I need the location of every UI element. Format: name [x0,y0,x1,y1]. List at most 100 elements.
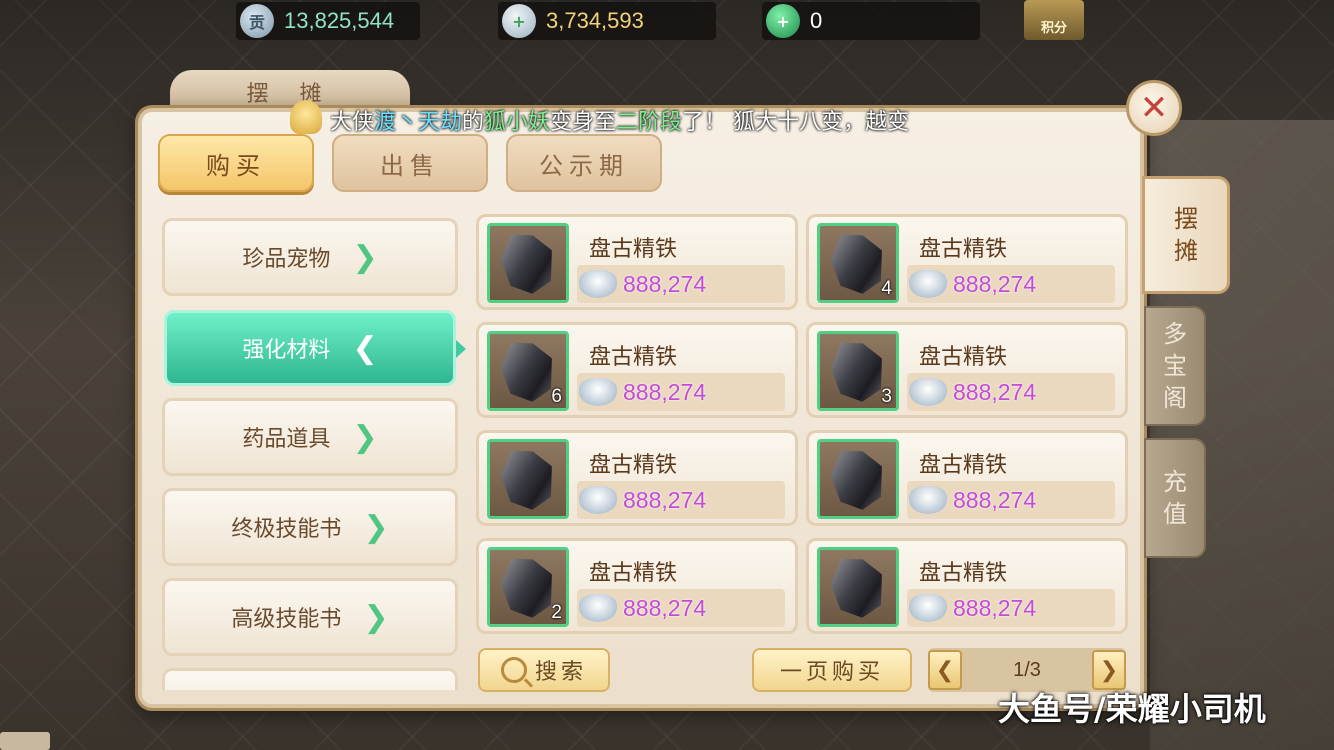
announce-prefix: 大侠 [330,110,375,134]
pangu-iron-icon [817,547,899,627]
item-price: 888,274 [623,486,707,513]
points-button[interactable]: 积分 [1024,0,1084,40]
category-advanced-skill-books[interactable]: 高级技能书 ❯ [162,578,458,656]
search-button[interactable]: 搜索 [478,648,610,692]
item-card[interactable]: 盘古精铁 888,274 [806,430,1128,526]
price-bar: 888,274 [907,589,1115,627]
watermark: 大鱼号/荣耀小司机 [998,690,1266,728]
announce-player: 渡丶天劫 [374,110,463,134]
category-label: 珍品宠物 [242,247,331,272]
price-bar: 888,274 [907,373,1115,411]
ore-icon [826,443,890,514]
side-tab-recharge-char: 值 [1163,500,1187,528]
category-medicine-props[interactable]: 药品道具 ❯ [162,398,458,476]
tab-public-period[interactable]: 公示期 [506,134,662,192]
chevron-left-icon: ❮ [352,330,378,366]
bell-icon [290,100,322,134]
item-card[interactable]: 盘古精铁 888,274 [806,538,1128,634]
ore-icon [826,551,890,622]
jade-currency[interactable]: + 0 [762,2,980,40]
jade-coin-icon[interactable]: + [766,4,800,38]
item-name: 盘古精铁 [589,345,678,370]
category-label: 终极技能书 [231,517,342,542]
silver-ingot-icon [909,378,947,406]
chevron-right-icon: ❯ [363,599,389,635]
item-name: 盘古精铁 [919,453,1008,478]
pangu-iron-icon: 4 [817,223,899,303]
category-enhance-materials[interactable]: 强化材料 ❮ [164,310,456,386]
pangu-iron-icon: 3 [817,331,899,411]
prev-page-button[interactable]: ❮ [928,650,962,690]
category-label: 强化材料 [242,338,331,363]
item-name: 盘古精铁 [919,237,1008,262]
chevron-right-icon: ❯ [363,509,389,545]
side-tab-recharge[interactable]: 充 值 [1144,438,1206,558]
contribution-coin-icon: 贡 [240,4,274,38]
price-bar: 888,274 [577,265,785,303]
item-card[interactable]: 2 盘古精铁 888,274 [476,538,798,634]
item-name: 盘古精铁 [919,561,1008,586]
category-more[interactable] [162,668,458,690]
category-label: 药品道具 [242,427,331,452]
item-count: 2 [551,602,562,623]
silver-ingot-icon [579,270,617,298]
tab-sell[interactable]: 出售 [332,134,488,192]
price-bar: 888,274 [907,481,1115,519]
pangu-iron-icon [487,439,569,519]
item-price: 888,274 [623,594,707,621]
item-name: 盘古精铁 [589,561,678,586]
category-list[interactable]: 珍品宠物 ❯ 强化材料 ❮ 药品道具 ❯ 终极技能书 ❯ 高级技能书 ❯ [160,214,462,690]
contribution-value: 13,825,544 [284,8,395,33]
item-card[interactable]: 盘古精铁 888,274 [476,214,798,310]
chevron-right-icon: ❯ [352,239,378,275]
silver-ingot-icon[interactable]: + [502,4,536,38]
silver-currency[interactable]: + 3,734,593 [498,2,716,40]
pangu-iron-icon: 2 [487,547,569,627]
category-ultimate-skill-books[interactable]: 终极技能书 ❯ [162,488,458,566]
search-icon [500,657,527,683]
item-price: 888,274 [623,378,707,405]
close-icon[interactable]: ✕ [1140,88,1169,128]
item-card[interactable]: 3 盘古精铁 888,274 [806,322,1128,418]
search-label: 搜索 [534,660,587,685]
item-price: 888,274 [953,594,1037,621]
category-rare-pets[interactable]: 珍品宠物 ❯ [162,218,458,296]
item-price: 888,274 [953,378,1037,405]
item-card[interactable]: 盘古精铁 888,274 [476,430,798,526]
item-name: 盘古精铁 [919,345,1008,370]
ore-icon [496,227,560,298]
silver-ingot-icon [909,594,947,622]
silver-ingot-icon [579,378,617,406]
side-tab-treasure-pavilion[interactable]: 多 宝 阁 [1144,306,1206,426]
pangu-iron-icon [487,223,569,303]
category-pointer [456,340,466,358]
close-button[interactable]: ✕ [1126,80,1182,136]
side-tab-treasure-char: 宝 [1163,352,1187,380]
ore-icon [496,443,560,514]
bottom-left-tray [0,732,50,750]
silver-ingot-icon [909,270,947,298]
side-tab-stall-char: 摆 [1174,205,1198,233]
announce-pet: 狐小妖 [484,110,551,134]
item-name: 盘古精铁 [589,453,678,478]
price-bar: 888,274 [577,373,785,411]
side-tab-recharge-char: 充 [1163,468,1187,496]
item-count: 6 [551,386,562,407]
price-bar: 888,274 [577,589,785,627]
price-bar: 888,274 [907,265,1115,303]
item-card[interactable]: 4 盘古精铁 888,274 [806,214,1128,310]
silver-ingot-icon [909,486,947,514]
chevron-right-icon: ❯ [352,419,378,455]
buy-page-button[interactable]: 一页购买 [752,648,912,692]
announce-mid1: 的 [462,110,485,134]
tab-buy[interactable]: 购买 [158,134,314,192]
item-price: 888,274 [623,270,707,297]
contribution-currency: 贡 13,825,544 [236,2,420,40]
announcement-ticker: 大侠渡丶天劫的狐小妖变身至二阶段了！ 狐大十八变，越变 [330,104,1120,134]
announce-stage: 二阶段 [616,110,683,134]
item-card[interactable]: 6 盘古精铁 888,274 [476,322,798,418]
price-bar: 888,274 [577,481,785,519]
silver-ingot-icon [579,594,617,622]
side-tab-stall[interactable]: 摆 摊 [1142,176,1230,294]
side-tab-treasure-char: 阁 [1163,384,1187,412]
